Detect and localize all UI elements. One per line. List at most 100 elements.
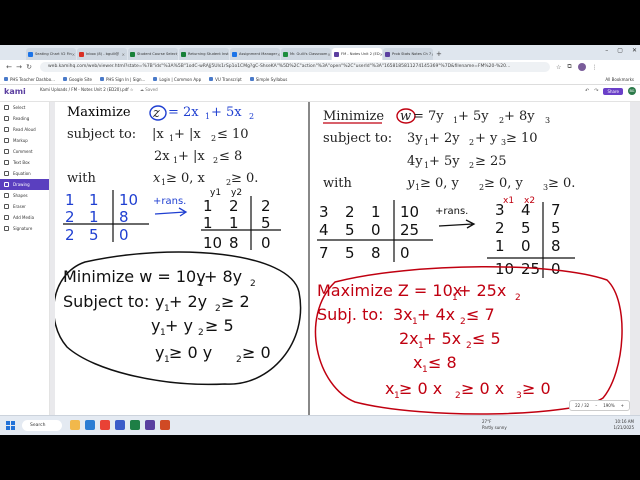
bookmark-item[interactable]: Google Site [62,77,92,82]
bookmark-item[interactable]: Simple Syllabus [249,76,288,82]
bookmark-item[interactable]: VU Transcript [209,77,242,82]
right-dual-c2-a: 2x [399,329,419,348]
chrome-icon[interactable] [100,420,110,430]
breadcrumb[interactable]: Kami Uploads / FM - Notes Unit 2 (ED20).… [40,87,134,92]
matrix-cell: 1 [203,214,213,232]
kami-logo[interactable]: kami [4,87,26,96]
browser-tab[interactable]: Mr. Gulli's Classroom × [281,48,331,60]
share-button[interactable]: Share [603,87,623,95]
browser-tab[interactable]: Returning Student Inst × [179,48,229,60]
tab-favicon-icon [232,51,237,57]
sidebar-item-drawing[interactable]: Drawing [0,179,49,190]
pdf-page[interactable]: Maximize z = 2x 1 + 5x 2 subject to: |x … [55,102,630,415]
undo-icon[interactable]: ↶ [585,88,589,94]
minimize-window-icon[interactable]: – [605,47,608,54]
star-icon[interactable]: ☆ [556,64,561,71]
tab-close-icon[interactable]: × [431,52,433,57]
right-x1-label: x1 [503,196,514,206]
page-indicator[interactable]: 22 / 32 [575,403,589,408]
bookmark-label: Simple Syllabus [255,76,288,82]
bookmark-item[interactable]: PHS Sign In | Sign... [99,76,146,82]
tab-close-icon[interactable]: × [72,52,75,57]
tab-close-icon[interactable]: × [177,52,178,57]
sidebar-item-select[interactable]: Select [0,102,49,113]
redo-icon[interactable]: ↷ [594,88,598,94]
matrix-cell: 4 [521,201,531,219]
address-bar[interactable]: web.kamihq.com/web/viewer.html?state=%7B… [40,62,550,72]
matrix-cell: 2 [65,208,75,226]
sidebar-item-read-aloud[interactable]: Read Aloud [0,124,49,135]
back-icon[interactable]: ← [4,63,14,71]
left-constraint-2-b: + |x [178,149,205,164]
tab-close-icon[interactable]: × [122,52,125,57]
all-bookmarks[interactable]: All Bookmarks [605,77,634,82]
tool-text-box-icon [4,160,9,165]
powerpoint-icon[interactable] [160,420,170,430]
menu-icon[interactable]: ⋮ [592,64,598,71]
subscript: 2 [236,355,242,365]
sidebar-item-text-box[interactable]: Text Box [0,157,49,168]
forward-icon[interactable]: → [14,63,24,71]
sidebar-item-comment[interactable]: Comment [0,146,49,157]
tab-close-icon[interactable]: × [277,52,280,57]
bookmark-label: PHS Sign In | Sign... [105,76,146,82]
document-canvas[interactable]: Maximize z = 2x 1 + 5x 2 subject to: |x … [50,102,640,415]
left-dual-c1-b: + 2y [169,292,207,311]
zoom-in-button[interactable]: + [621,403,624,408]
right-dual-c3-b: ≤ 8 [428,353,457,372]
profile-avatar[interactable] [577,63,586,71]
system-tray-clock[interactable]: 10:16 AM 1/21/2025 [613,419,634,431]
browser-tab[interactable]: Prob Stats Notes Ch 7 × [383,48,433,60]
teams-icon[interactable] [145,420,155,430]
close-window-icon[interactable]: ✕ [632,47,637,54]
bookmark-item[interactable]: Login | Common App [153,77,201,82]
browser-tab[interactable]: Student Course Select× [128,48,178,60]
browser-tab[interactable]: Seating Chart V2 Fin × [26,48,76,60]
new-tab-button[interactable]: + [436,48,442,60]
sidebar-item-eraser[interactable]: Eraser [0,201,49,212]
user-avatar[interactable]: BG [628,87,636,95]
windows-start-icon[interactable] [6,421,15,430]
extensions-icon[interactable]: ⧉ [567,63,571,71]
edge-icon[interactable] [85,420,95,430]
kami-tool-sidebar: Select Reading Read Aloud Markup Comment Text… [0,102,50,415]
sidebar-item-add-media[interactable]: Add Media [0,212,49,223]
right-dual-c2-b: + 5x [423,329,461,348]
bookmark-label: Login | Common App [159,76,202,82]
matrix-cell: 10 [203,234,222,252]
left-nonneg-c: ≥ 0. [231,171,258,186]
sidebar-item-signature[interactable]: Signature [0,223,49,234]
right-nonneg-d: ≥ 0. [548,176,575,191]
sidebar-item-reading[interactable]: Reading [0,113,49,124]
tab-close-icon[interactable]: × [380,52,382,57]
maximize-window-icon[interactable]: ▢ [617,47,623,54]
subscript: 2 [249,112,254,121]
matrix-cell: 5 [551,219,561,237]
browser-tab[interactable]: Assignment Manager × [230,48,280,60]
browser-tab[interactable]: Inbox (8) - bgulli@ × [77,48,127,60]
weather-widget[interactable]: 27°F Partly sunny [482,419,507,431]
excel-icon[interactable] [130,420,140,430]
bookmark-item[interactable]: PHS Teacher Dashbo... [4,77,55,82]
tab-close-icon[interactable]: × [327,52,330,57]
matrix-cell: 8 [229,234,239,252]
left-trans-arrow [154,207,188,217]
matrix-cell: 0 [261,234,271,252]
browser-tab[interactable]: FM - Notes Unit 2 (ED × [332,48,382,60]
matrix-cell: 7 [551,201,561,219]
sidebar-item-shapes[interactable]: Shapes [0,190,49,201]
reload-icon[interactable]: ↻ [24,63,34,71]
right-objective-a: = 7y [413,109,444,124]
word-icon[interactable] [115,420,125,430]
matrix-cell: 7 [319,244,329,262]
tool-signature-icon [4,226,9,231]
zoom-level[interactable]: 190% [603,403,614,408]
file-explorer-icon[interactable] [70,420,80,430]
taskbar-search[interactable]: Search [22,420,62,431]
subscript: 2 [250,279,256,289]
subscript: 3 [545,116,550,125]
zoom-out-button[interactable]: – [595,403,597,408]
sidebar-item-label: Reading [13,116,30,121]
sidebar-item-equation[interactable]: Equation [0,168,49,179]
sidebar-item-markup[interactable]: Markup [0,135,49,146]
